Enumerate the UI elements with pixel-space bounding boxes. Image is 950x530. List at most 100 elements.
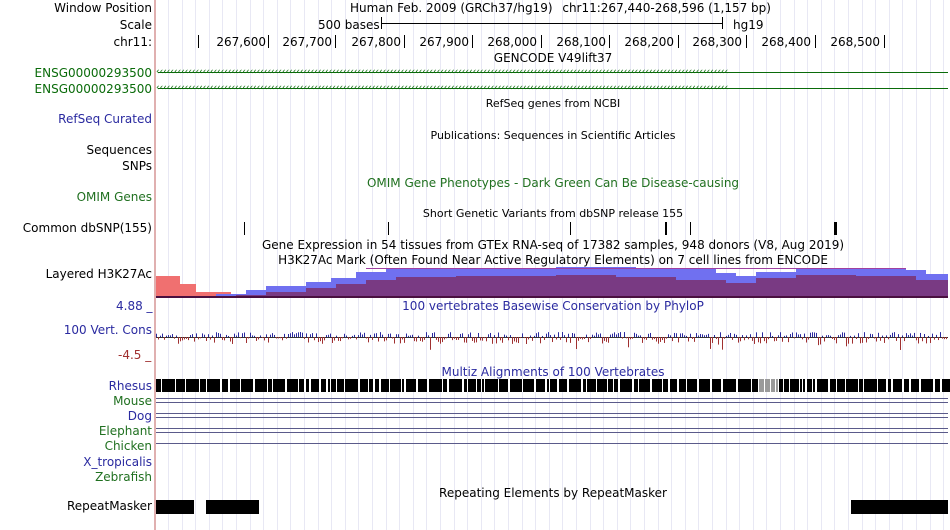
- conservation-bar: [710, 337, 711, 349]
- repeat-element[interactable]: [851, 500, 948, 514]
- rhesus-alignment-block: [331, 379, 336, 392]
- conservation-bar: [314, 337, 315, 341]
- conservation-bar: [338, 337, 339, 341]
- publications-snps-label[interactable]: SNPs: [122, 159, 152, 173]
- conservation-bar: [478, 332, 479, 337]
- conservation-bar: [882, 335, 883, 337]
- conservation-bar: [884, 337, 885, 343]
- conservation-bar: [156, 333, 157, 337]
- conservation-bar: [436, 337, 437, 340]
- conservation-bar: [694, 337, 695, 342]
- conservation-bar: [758, 337, 759, 343]
- conservation-bar: [184, 337, 185, 340]
- conservation-wiggle: [156, 332, 947, 350]
- conservation-bar: [844, 332, 845, 337]
- conservation-bar: [426, 332, 427, 337]
- multiz-track-title: Multiz Alignments of 100 Vertebrates: [441, 365, 665, 379]
- dbsnp-label[interactable]: Common dbSNP(155): [23, 221, 152, 235]
- conservation-bar: [686, 335, 687, 337]
- conservation-bar: [418, 335, 419, 337]
- conservation-bar: [166, 335, 167, 337]
- window-position-label: Window Position: [54, 1, 152, 15]
- species-xtropicalis-label[interactable]: X_tropicalis: [83, 455, 152, 469]
- rhesus-alignment-block: [390, 379, 401, 392]
- conservation-bar: [362, 334, 363, 337]
- conservation-label[interactable]: 100 Vert. Cons: [64, 323, 152, 337]
- conservation-bar: [876, 337, 877, 342]
- ruler-tick-label: 268,000: [487, 35, 537, 49]
- conservation-bar: [376, 333, 377, 337]
- position-text[interactable]: chr11:267,440-268,596 (1,157 bp): [562, 1, 771, 15]
- conservation-min-label: -4.5 _: [118, 348, 152, 362]
- snp-mark[interactable]: [690, 222, 691, 235]
- db-text: hg19: [733, 18, 764, 32]
- conservation-bar: [406, 333, 407, 337]
- conservation-bar: [810, 332, 811, 337]
- species-chicken-label[interactable]: Chicken: [105, 439, 152, 453]
- repeat-element[interactable]: [206, 500, 259, 514]
- scale-label: Scale: [119, 18, 152, 32]
- conservation-bar: [206, 337, 207, 341]
- conservation-bar: [652, 337, 653, 340]
- species-mouse-label[interactable]: Mouse: [113, 394, 152, 408]
- snp-mark[interactable]: [570, 222, 571, 235]
- species-dog-label[interactable]: Dog: [128, 409, 152, 423]
- conservation-bar: [292, 332, 293, 337]
- conservation-bar: [636, 333, 637, 337]
- conservation-bar: [734, 333, 735, 337]
- snp-mark[interactable]: [244, 222, 245, 235]
- dbsnp-track-title: Short Genetic Variants from dbSNP releas…: [422, 207, 684, 220]
- conservation-bar: [776, 337, 777, 341]
- snp-mark[interactable]: [834, 222, 837, 235]
- rhesus-alignment-block: [345, 379, 358, 392]
- conservation-bar: [200, 337, 201, 339]
- rhesus-alignment-block: [186, 379, 199, 392]
- conservation-bar: [872, 334, 873, 337]
- conservation-bar: [868, 337, 869, 339]
- conservation-bar: [856, 337, 857, 340]
- rhesus-alignment-block: [790, 379, 799, 392]
- species-rhesus-label[interactable]: Rhesus: [109, 379, 152, 393]
- conservation-bar: [890, 334, 891, 337]
- conservation-bar: [834, 337, 835, 341]
- omim-label[interactable]: OMIM Genes: [77, 190, 152, 204]
- gene-2-strand-arrows: ‹‹‹‹‹‹‹‹‹‹‹‹‹‹‹‹‹‹‹‹‹‹‹‹‹‹‹‹‹‹‹‹‹‹‹‹‹‹‹‹…: [156, 84, 729, 93]
- conservation-bar: [684, 335, 685, 337]
- repeatmasker-label[interactable]: RepeatMasker: [67, 499, 152, 513]
- conservation-track-title: 100 vertebrates Basewise Conservation by…: [402, 299, 704, 313]
- conservation-bar: [798, 334, 799, 337]
- conservation-bar: [756, 332, 757, 337]
- conservation-bar: [444, 337, 445, 340]
- rhesus-alignment-block: [639, 379, 650, 392]
- rhesus-alignment-block: [429, 379, 442, 392]
- species-elephant-label[interactable]: Elephant: [99, 424, 152, 438]
- gene-label-1[interactable]: ENSG00000293500: [35, 66, 152, 80]
- publications-sequences-label[interactable]: Sequences: [87, 143, 152, 157]
- conservation-bar: [412, 334, 413, 337]
- conservation-bar: [300, 332, 301, 337]
- conservation-bar: [752, 337, 753, 341]
- conservation-bar: [576, 337, 577, 350]
- refseq-label[interactable]: RefSeq Curated: [58, 112, 152, 126]
- ruler-tick-label: 268,400: [761, 35, 811, 49]
- conservation-bar: [786, 335, 787, 337]
- conservation-bar: [740, 337, 741, 342]
- repeat-element[interactable]: [156, 500, 194, 514]
- conservation-bar: [374, 333, 375, 337]
- species-zebrafish-label[interactable]: Zebrafish: [95, 470, 152, 484]
- gene-label-2[interactable]: ENSG00000293500: [35, 82, 152, 96]
- h3k27ac-label[interactable]: Layered H3K27Ac: [46, 267, 152, 281]
- rhesus-alignment-block: [306, 379, 309, 392]
- conservation-bar: [322, 337, 323, 344]
- rhesus-alignment-block: [468, 379, 476, 392]
- conservation-bar: [550, 335, 551, 337]
- conservation-bar: [712, 337, 713, 343]
- conservation-bar: [896, 337, 897, 341]
- snp-mark[interactable]: [388, 222, 389, 235]
- conservation-bar: [470, 332, 471, 337]
- snp-mark[interactable]: [665, 222, 667, 235]
- conservation-bar: [688, 337, 689, 342]
- conservation-bar: [714, 334, 715, 337]
- conservation-bar: [926, 337, 927, 344]
- conservation-bar: [430, 337, 431, 350]
